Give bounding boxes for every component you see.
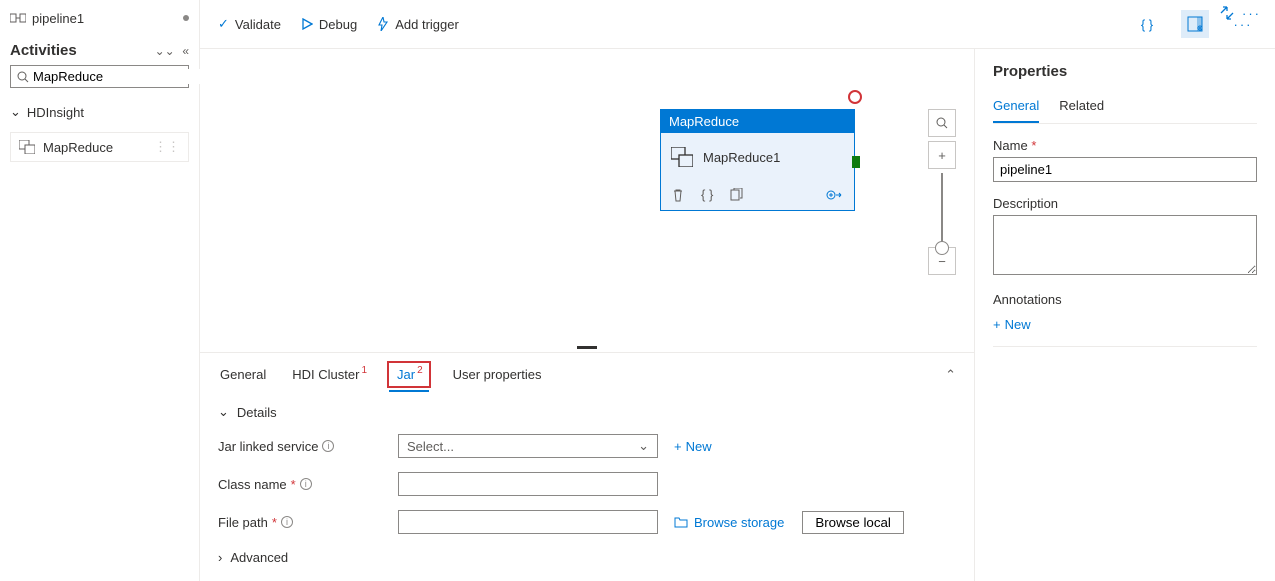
- tab-jar[interactable]: Jar2: [389, 363, 429, 386]
- expand-window-icon[interactable]: [1220, 6, 1234, 21]
- browse-local-button[interactable]: Browse local: [802, 511, 904, 534]
- tab-hdi-badge: 1: [361, 365, 367, 376]
- zoom-search-icon[interactable]: [928, 109, 956, 137]
- folder-icon: [674, 516, 688, 528]
- details-section[interactable]: ⌄ Details: [218, 404, 956, 420]
- activity-item-label: MapReduce: [43, 140, 113, 155]
- pipeline-name-input[interactable]: [993, 157, 1257, 182]
- description-label: Description: [993, 196, 1257, 211]
- debug-label: Debug: [319, 17, 357, 32]
- debug-button[interactable]: Debug: [301, 17, 357, 32]
- advanced-label: Advanced: [230, 550, 288, 565]
- browse-storage-button[interactable]: Browse storage: [674, 515, 784, 530]
- drag-handle-icon[interactable]: ⋮⋮: [154, 139, 180, 155]
- info-icon[interactable]: i: [322, 440, 334, 452]
- tab-general[interactable]: General: [218, 361, 268, 388]
- node-error-icon: [848, 90, 862, 104]
- zoom-slider[interactable]: [941, 173, 943, 243]
- more-menu-icon[interactable]: ···: [1242, 6, 1261, 21]
- mapreduce-icon: [19, 139, 35, 155]
- activities-panel: pipeline1 Activities ⌄⌄ « ⌄ HDInsight Ma…: [0, 0, 200, 581]
- name-label: Name: [993, 138, 1028, 153]
- code-view-icon[interactable]: { }: [1133, 10, 1161, 38]
- file-path-input[interactable]: [398, 510, 658, 534]
- tab-hdi-cluster[interactable]: HDI Cluster1: [290, 361, 367, 388]
- jar-linked-service-select[interactable]: Select... ⌄: [398, 434, 658, 458]
- required-asterisk: *: [272, 515, 277, 530]
- new-linked-service-button[interactable]: + New: [674, 439, 712, 454]
- pipeline-icon: [10, 10, 26, 26]
- activities-search[interactable]: [10, 65, 189, 88]
- activity-settings-pane: General HDI Cluster1 Jar2 User propertie…: [200, 352, 974, 581]
- search-icon: [17, 71, 29, 83]
- properties-panel: Properties General Related Name * Descri…: [975, 49, 1275, 581]
- chevron-down-icon: ⌄: [638, 438, 649, 454]
- activities-search-input[interactable]: [33, 69, 209, 84]
- zoom-thumb[interactable]: [935, 241, 949, 255]
- toolbar: ✓ Validate Debug Add trigger { } ···: [200, 0, 1275, 49]
- main-area: ··· ✓ Validate Debug Add trigger { }: [200, 0, 1275, 581]
- activity-node-mapreduce[interactable]: MapReduce MapReduce1 { }: [660, 109, 855, 211]
- add-trigger-button[interactable]: Add trigger: [377, 17, 459, 32]
- file-path-label: File path: [218, 515, 268, 530]
- bolt-icon: [377, 17, 389, 31]
- jar-linked-service-label: Jar linked service: [218, 439, 318, 454]
- activities-title: Activities: [10, 42, 77, 59]
- copy-icon[interactable]: [729, 188, 743, 202]
- activity-group-label: HDInsight: [27, 105, 84, 120]
- zoom-rail: + −: [928, 109, 956, 279]
- canvas[interactable]: MapReduce MapReduce1 { }: [200, 49, 975, 581]
- unsaved-dot-icon: [183, 15, 189, 21]
- props-tab-related[interactable]: Related: [1059, 94, 1104, 123]
- node-success-handle[interactable]: [852, 156, 860, 168]
- code-icon[interactable]: { }: [701, 187, 713, 202]
- new-label: New: [686, 439, 712, 454]
- class-name-input[interactable]: [398, 472, 658, 496]
- node-name-label: MapReduce1: [703, 150, 780, 165]
- details-label: Details: [237, 405, 277, 420]
- required-asterisk: *: [291, 477, 296, 492]
- pipeline-name: pipeline1: [32, 11, 84, 26]
- expand-node-icon[interactable]: [826, 189, 844, 201]
- tab-user-properties[interactable]: User properties: [451, 361, 544, 388]
- required-asterisk: *: [1031, 138, 1036, 153]
- new-annotation-label: New: [1005, 317, 1031, 332]
- sidebar-collapse-icon[interactable]: «: [182, 44, 189, 58]
- zoom-in-button[interactable]: +: [928, 141, 956, 169]
- validate-button[interactable]: ✓ Validate: [218, 16, 281, 32]
- chevron-down-icon: ⌄: [218, 404, 229, 420]
- activity-item-mapreduce[interactable]: MapReduce ⋮⋮: [10, 132, 189, 162]
- check-icon: ✓: [218, 16, 229, 32]
- plus-icon: +: [993, 317, 1001, 332]
- pipeline-tab[interactable]: pipeline1: [10, 6, 189, 34]
- annotations-label: Annotations: [993, 292, 1257, 307]
- browse-storage-label: Browse storage: [694, 515, 784, 530]
- select-placeholder: Select...: [407, 439, 454, 454]
- tab-hdi-label: HDI Cluster: [292, 367, 359, 382]
- properties-title: Properties: [993, 63, 1257, 80]
- tab-jar-badge: 2: [417, 365, 423, 376]
- validate-label: Validate: [235, 17, 281, 32]
- node-type-label: MapReduce: [661, 110, 854, 133]
- class-name-label: Class name: [218, 477, 287, 492]
- chevron-down-icon: ⌄: [10, 104, 21, 120]
- plus-icon: +: [674, 439, 682, 454]
- activity-group-hdinsight[interactable]: ⌄ HDInsight: [10, 98, 189, 126]
- collapse-pane-icon[interactable]: ⌃: [945, 367, 956, 383]
- info-icon[interactable]: i: [281, 516, 293, 528]
- properties-toggle-icon[interactable]: [1181, 10, 1209, 38]
- mapreduce-icon: [671, 147, 693, 167]
- delete-icon[interactable]: [671, 188, 685, 202]
- expand-collapse-icon[interactable]: ⌄⌄: [155, 44, 175, 58]
- new-annotation-button[interactable]: + New: [993, 317, 1031, 332]
- info-icon[interactable]: i: [300, 478, 312, 490]
- advanced-section[interactable]: › Advanced: [218, 550, 956, 565]
- play-icon: [301, 18, 313, 30]
- add-trigger-label: Add trigger: [395, 17, 459, 32]
- chevron-right-icon: ›: [218, 550, 222, 565]
- pipeline-description-input[interactable]: [993, 215, 1257, 275]
- tab-jar-label: Jar: [397, 367, 415, 382]
- props-tab-general[interactable]: General: [993, 94, 1039, 123]
